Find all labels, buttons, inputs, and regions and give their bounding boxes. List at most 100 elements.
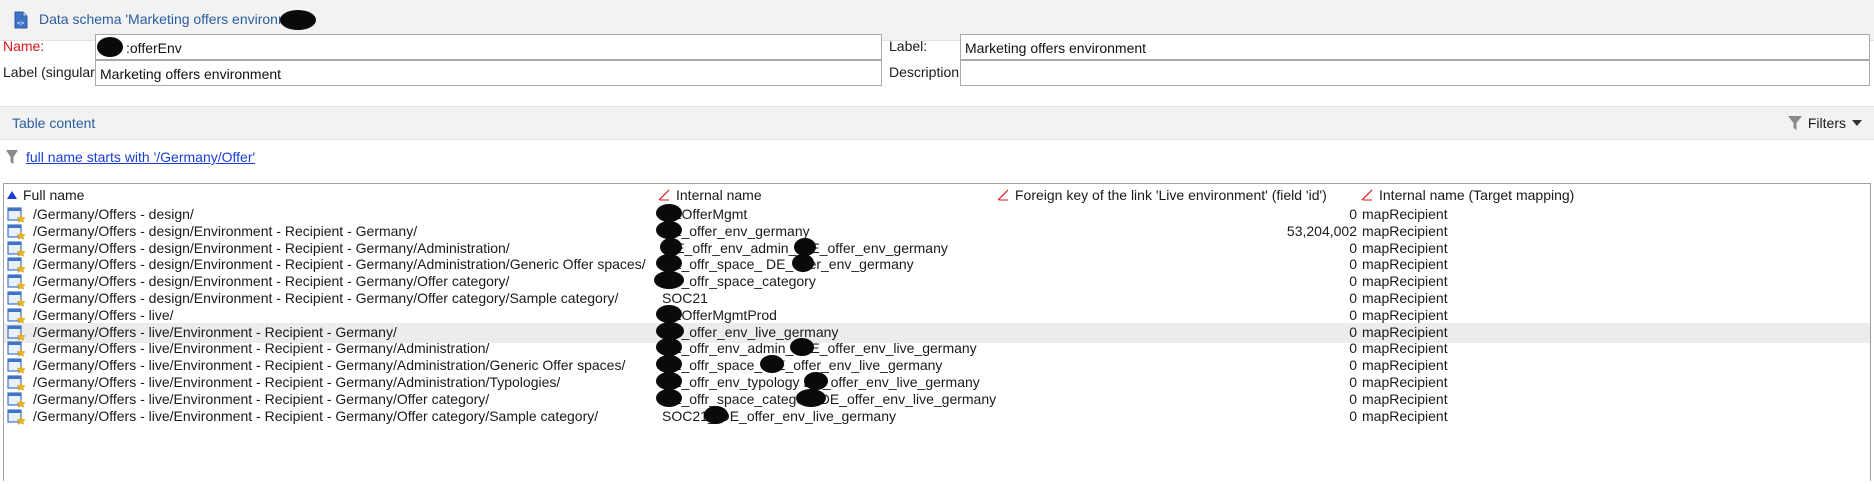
cell-foreign-key: 0 <box>1349 206 1357 222</box>
redaction-mark <box>804 372 828 390</box>
cell-full-name: /Germany/Offers - design/Environment - R… <box>33 222 418 239</box>
cell-full-name: /Germany/Offers - live/Environment - Rec… <box>33 390 490 407</box>
cell-full-name: /Germany/Offers - live/Environment - Rec… <box>33 340 490 357</box>
table-content-section: Table content Filters <box>0 106 1874 140</box>
cell-foreign-key: 0 <box>1349 357 1357 374</box>
cell-foreign-key: 0 <box>1349 390 1357 407</box>
column-header-internal-name[interactable]: Internal name <box>658 187 762 203</box>
cell-target-mapping: mapRecipient <box>1362 273 1448 290</box>
label-singular-label: Label (singular): <box>3 64 104 80</box>
name-value: :offerEnv <box>126 40 182 56</box>
svg-text:<>: <> <box>17 20 25 27</box>
cell-target-mapping: mapRecipient <box>1362 357 1448 374</box>
label-value: Marketing offers environment <box>965 40 1147 56</box>
cell-foreign-key: 0 <box>1349 306 1357 323</box>
cell-foreign-key: 0 <box>1349 239 1357 256</box>
name-label: Name: <box>3 38 45 54</box>
folder-star-icon <box>7 408 26 425</box>
redaction-mark <box>656 220 682 239</box>
label-label: Label: <box>889 38 928 54</box>
active-filter: full name starts with '/Germany/Offer' <box>6 146 255 168</box>
description-label: Description: <box>889 64 963 80</box>
table-content-grid: Full name Internal name Foreign key of t… <box>3 183 1871 481</box>
dropdown-arrow-icon <box>1852 120 1862 126</box>
table-content-title: Table content <box>12 115 96 131</box>
cell-full-name: /Germany/Offers - live/ <box>33 306 174 323</box>
label-singular-value: Marketing offers environment <box>100 66 282 82</box>
cell-full-name: /Germany/Offers - design/Environment - R… <box>33 256 646 273</box>
column-header-label: Internal name (Target mapping) <box>1379 187 1575 203</box>
cell-internal-name: DE_offer_env_germany <box>662 222 810 239</box>
cell-internal-name: DE_offr_space_category DE_offer_env_live… <box>662 390 997 407</box>
redaction-mark <box>656 372 682 390</box>
column-header-target-mapping[interactable]: Internal name (Target mapping) <box>1361 187 1574 203</box>
cell-target-mapping: mapRecipient <box>1362 340 1448 357</box>
cell-internal-name: DE_offr_space_ DE_offer_env_live_germany <box>662 357 943 374</box>
column-header-foreign-key[interactable]: Foreign key of the link 'Live environmen… <box>997 187 1327 203</box>
redaction-mark <box>796 388 826 407</box>
description-input[interactable] <box>960 60 1870 86</box>
language-icon <box>658 189 670 201</box>
cell-internal-name: DE_offer_env_live_germany <box>662 323 839 340</box>
name-input[interactable]: :offerEnv <box>95 34 882 60</box>
sort-ascending-icon <box>7 191 17 199</box>
language-icon <box>997 189 1009 201</box>
label-input[interactable]: Marketing offers environment <box>960 34 1870 60</box>
column-header-label: Foreign key of the link 'Live environmen… <box>1015 187 1327 203</box>
redaction-mark <box>656 321 684 340</box>
column-header-label: Full name <box>23 187 85 203</box>
cell-foreign-key: 0 <box>1349 340 1357 357</box>
redaction-mark <box>656 304 682 323</box>
cell-internal-name: DE_offr_space_ DE_offer_env_germany <box>662 256 914 273</box>
redaction-mark <box>656 388 682 407</box>
cell-internal-name: SOC21_ DE_offer_env_live_germany <box>662 407 896 424</box>
filter-funnel-icon <box>6 150 18 164</box>
label-singular-input[interactable]: Marketing offers environment <box>95 60 882 86</box>
cell-target-mapping: mapRecipient <box>1362 323 1448 340</box>
cell-internal-name: SOC21 <box>662 290 708 306</box>
cell-full-name: /Germany/Offers - live/Environment - Rec… <box>33 357 626 374</box>
cell-foreign-key: 0 <box>1349 374 1357 390</box>
filter-condition-link[interactable]: full name starts with '/Germany/Offer' <box>26 149 255 165</box>
column-header-full-name[interactable]: Full name <box>7 187 84 203</box>
window-title: Data schema 'Marketing offers environmen… <box>39 11 310 27</box>
cell-target-mapping: mapRecipient <box>1362 407 1448 424</box>
redaction-mark <box>704 405 728 424</box>
filter-funnel-icon <box>1787 116 1802 130</box>
redaction-mark <box>660 237 682 256</box>
cell-full-name: /Germany/Offers - design/ <box>33 206 194 222</box>
cell-target-mapping: mapRecipient <box>1362 222 1448 239</box>
redaction-mark <box>280 10 316 30</box>
cell-target-mapping: mapRecipient <box>1362 239 1448 256</box>
cell-foreign-key: 0 <box>1349 290 1357 306</box>
form-row-label-singular: Label (singular): Marketing offers envir… <box>0 58 1874 88</box>
column-header-label: Internal name <box>676 187 762 203</box>
table-row[interactable]: /Germany/Offers - live/Environment - Rec… <box>4 407 1870 427</box>
cell-target-mapping: mapRecipient <box>1362 256 1448 273</box>
cell-full-name: /Germany/Offers - design/Environment - R… <box>33 273 510 290</box>
cell-full-name: /Germany/Offers - design/Environment - R… <box>33 290 619 306</box>
cell-full-name: /Germany/Offers - live/Environment - Rec… <box>33 374 561 390</box>
grid-header: Full name Internal name Foreign key of t… <box>4 184 1870 206</box>
cell-internal-name: DE_offr_env_admin_ iDE_offer_env_live_ge… <box>662 340 977 357</box>
redaction-mark <box>656 204 682 222</box>
cell-foreign-key: 0 <box>1349 407 1357 424</box>
cell-target-mapping: mapRecipient <box>1362 206 1448 222</box>
cell-target-mapping: mapRecipient <box>1362 374 1448 390</box>
cell-target-mapping: mapRecipient <box>1362 290 1448 306</box>
cell-foreign-key: 0 <box>1349 273 1357 290</box>
schema-doc-icon: <> <box>14 11 28 29</box>
filters-button[interactable]: Filters <box>1787 113 1862 133</box>
language-icon <box>1361 189 1373 201</box>
cell-target-mapping: mapRecipient <box>1362 390 1448 407</box>
cell-foreign-key: 53,204,002 <box>1286 222 1357 239</box>
filters-label: Filters <box>1807 115 1846 131</box>
redaction-mark <box>794 237 816 256</box>
cell-full-name: /Germany/Offers - live/Environment - Rec… <box>33 323 397 340</box>
cell-target-mapping: mapRecipient <box>1362 306 1448 323</box>
cell-foreign-key: 0 <box>1349 256 1357 273</box>
redaction-mark <box>97 37 123 57</box>
cell-full-name: /Germany/Offers - design/Environment - R… <box>33 239 510 256</box>
cell-full-name: /Germany/Offers - live/Environment - Rec… <box>33 407 599 424</box>
cell-internal-name: DE_offr_space_category <box>662 273 816 290</box>
